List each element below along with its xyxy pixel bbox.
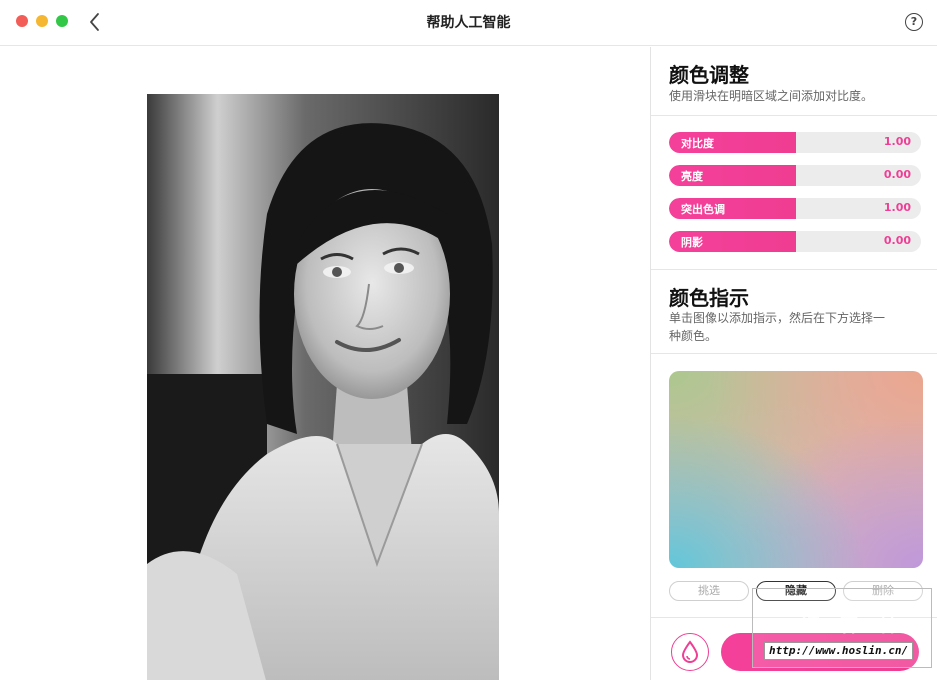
contrast-slider[interactable]: 对比度 1.00 [669,132,921,153]
highlights-slider[interactable]: 突出色调 1.00 [669,198,921,219]
color-picker-swatch[interactable] [669,371,923,568]
color-hint-title: 颜色指示 [669,286,749,310]
slider-value: 0.00 [883,234,911,247]
droplet-icon[interactable] [671,633,709,671]
slider-value: 0.00 [883,168,911,181]
portrait-photo[interactable] [147,94,499,680]
slider-value: 1.00 [883,135,911,148]
adjust-panel: 颜色调整 使用滑块在明暗区域之间添加对比度。 对比度 1.00 亮度 0.00 … [650,47,937,680]
slider-value: 1.00 [883,201,911,214]
watermark-logo: 红 森 林 [800,612,904,636]
window-title: 帮助人工智能 [426,15,511,31]
title-bar: 帮助人工智能 ? [0,0,937,46]
divider [651,269,937,270]
watermark-url: http://www.hoslin.cn/ [764,642,914,660]
pick-button[interactable]: 挑选 [669,581,749,601]
color-hint-description-line1: 单击图像以添加指示，然后在下方选择一 [669,311,886,325]
help-button[interactable]: ? [905,13,923,31]
divider [651,353,937,354]
shadows-slider[interactable]: 阴影 0.00 [669,231,921,252]
brightness-slider[interactable]: 亮度 0.00 [669,165,921,186]
slider-label: 突出色调 [681,203,725,216]
slider-label: 阴影 [681,236,703,249]
divider [651,115,937,116]
image-canvas[interactable] [0,47,650,680]
color-adjust-description: 使用滑块在明暗区域之间添加对比度。 [669,89,874,103]
slider-label: 亮度 [681,170,703,183]
slider-label: 对比度 [681,137,714,150]
color-hint-description-line2: 种颜色。 [669,329,718,343]
color-adjust-title: 颜色调整 [669,63,749,87]
